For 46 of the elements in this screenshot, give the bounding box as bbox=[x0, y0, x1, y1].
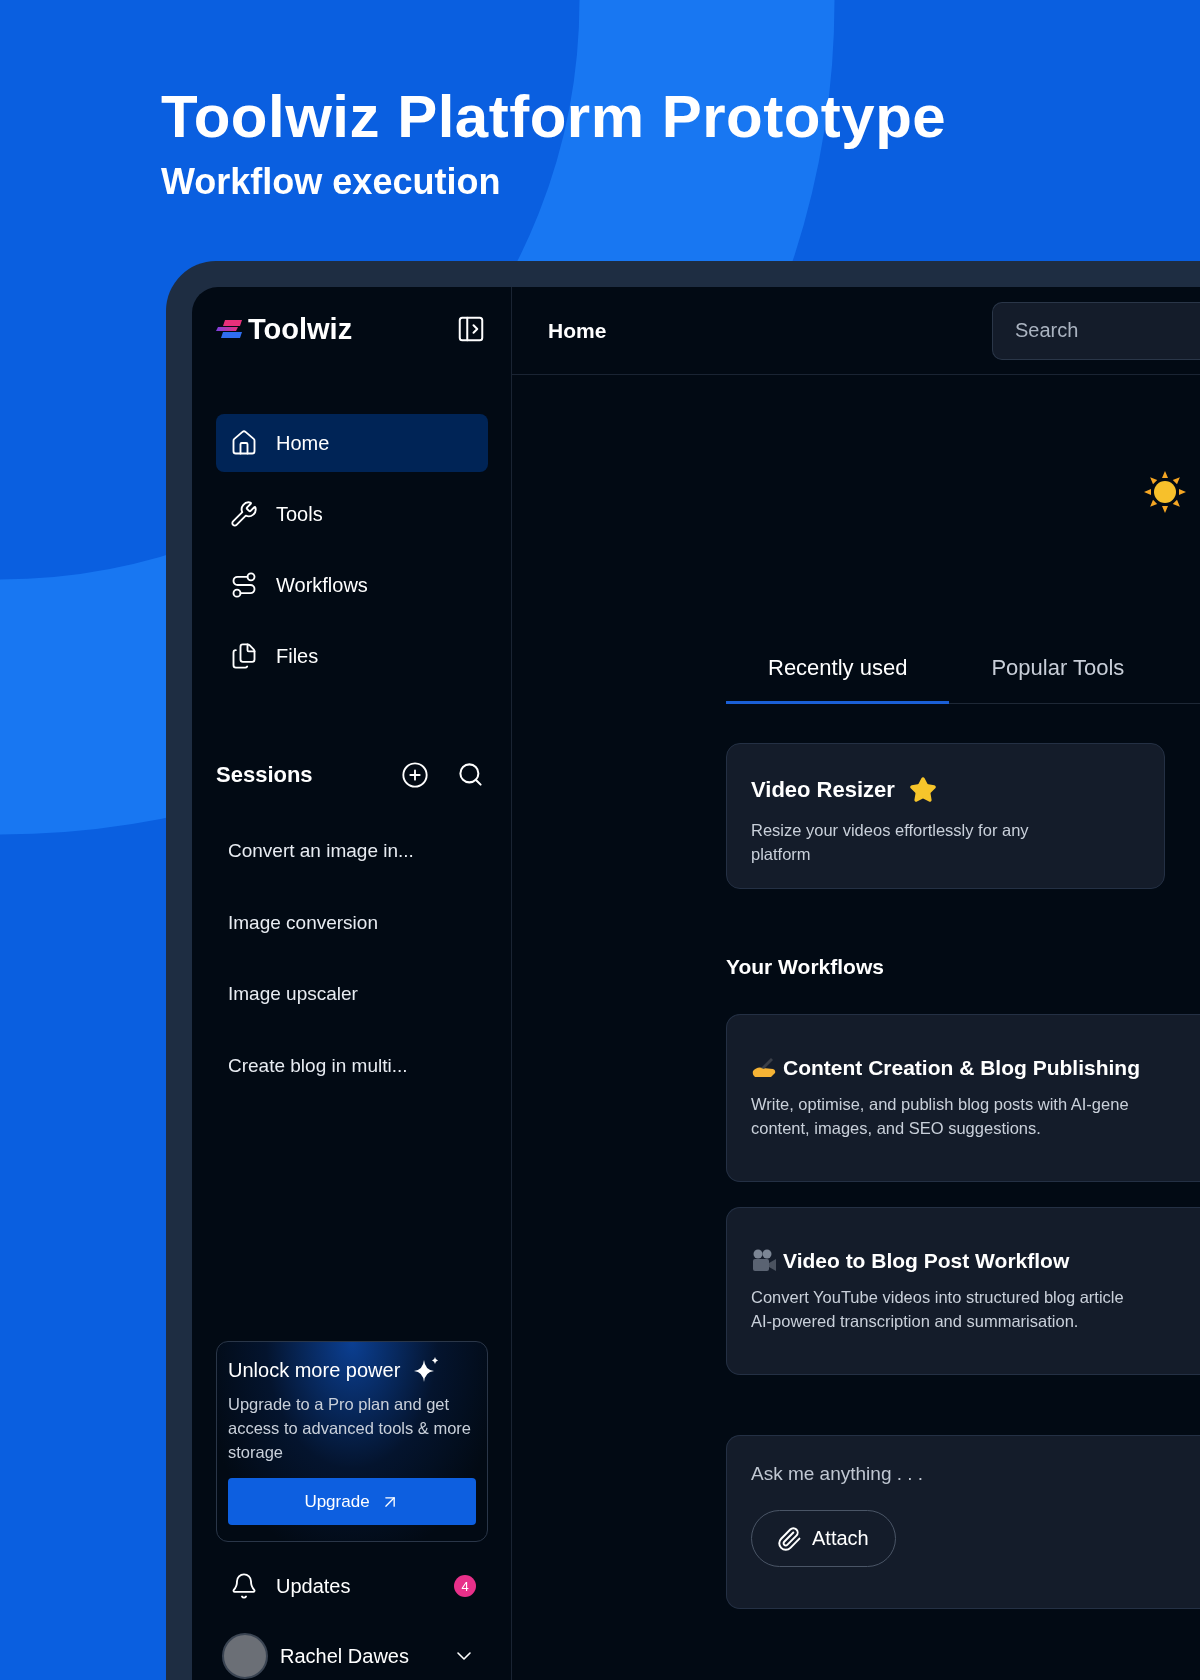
paperclip-icon bbox=[776, 1525, 802, 1552]
tab[interactable]: Popular Tools bbox=[949, 634, 1167, 704]
tab[interactable]: Recently used bbox=[726, 634, 950, 704]
files-icon bbox=[230, 642, 258, 670]
tool-description: Resize your videos effortlessly for any platform bbox=[751, 820, 1030, 865]
upgrade-button[interactable]: Upgrade bbox=[228, 1478, 476, 1525]
logo-icon bbox=[216, 319, 244, 339]
session-item[interactable]: Convert an image in... bbox=[216, 822, 488, 880]
page-title: Toolwiz Platform Prototype bbox=[161, 82, 948, 151]
upgrade-text: Upgrade to a Pro plan and get access to advanced tools & more storage bbox=[228, 1394, 473, 1463]
home-icon bbox=[230, 429, 258, 457]
page-heading: Home bbox=[548, 318, 607, 343]
workflow-title: Video to Blog Post Workflow bbox=[783, 1249, 1070, 1273]
sessions-heading: Sessions bbox=[216, 762, 313, 788]
session-item[interactable]: Create blog in multi... bbox=[216, 1036, 488, 1095]
nav-item[interactable]: Home bbox=[216, 414, 488, 472]
nav-item[interactable]: Workflows bbox=[216, 556, 488, 614]
session-item[interactable]: Image conversion bbox=[216, 893, 488, 952]
user-name: Rachel Dawes bbox=[280, 1644, 410, 1668]
sun-icon bbox=[1143, 470, 1187, 514]
notification-count: 4 bbox=[454, 1575, 476, 1597]
movie-camera-icon bbox=[751, 1249, 777, 1273]
page-subtitle: Workflow execution bbox=[161, 161, 502, 203]
workflow-card[interactable]: Content Creation & Blog Publishing Write, optimise, and publish blog posts with AI-gene content, images, and SEO suggestions. bbox=[726, 1014, 1200, 1182]
section-heading: Your Workflows bbox=[726, 955, 885, 979]
nav-item[interactable]: Files bbox=[216, 627, 488, 685]
wrench-icon bbox=[230, 500, 258, 528]
tool-title: Video Resizer bbox=[751, 777, 895, 803]
nav-item[interactable]: Tools bbox=[216, 485, 488, 543]
workflow-description: Write, optimise, and publish blog posts with AI-gene content, images, and SEO suggestions. bbox=[751, 1094, 1130, 1139]
upgrade-title: Unlock more power bbox=[228, 1358, 401, 1382]
bell-icon bbox=[230, 1572, 258, 1600]
search-icon[interactable] bbox=[457, 761, 484, 789]
session-item[interactable]: Image upscaler bbox=[216, 965, 488, 1023]
search-field[interactable]: Search bbox=[992, 301, 1200, 360]
workflow-title: Content Creation & Blog Publishing bbox=[783, 1056, 1140, 1080]
avatar bbox=[222, 1633, 268, 1679]
sidebar-toggle-icon[interactable] bbox=[456, 314, 486, 344]
tool-card[interactable]: Video Resizer Resize your videos effortlessly for any platform bbox=[726, 743, 1165, 889]
route-icon bbox=[230, 571, 258, 599]
add-icon[interactable] bbox=[401, 761, 429, 789]
logo-text: Toolwiz bbox=[248, 312, 353, 346]
workflow-card[interactable]: Video to Blog Post Workflow Convert YouTube videos into structured blog article AI-powered transcription and summarisation. bbox=[726, 1207, 1200, 1375]
chat-input[interactable]: Ask me anything . . . bbox=[751, 1456, 1051, 1492]
workflow-description: Convert YouTube videos into structured blog article AI-powered transcription and summarisation. bbox=[751, 1287, 1125, 1332]
updates-label[interactable]: Updates bbox=[276, 1574, 454, 1598]
